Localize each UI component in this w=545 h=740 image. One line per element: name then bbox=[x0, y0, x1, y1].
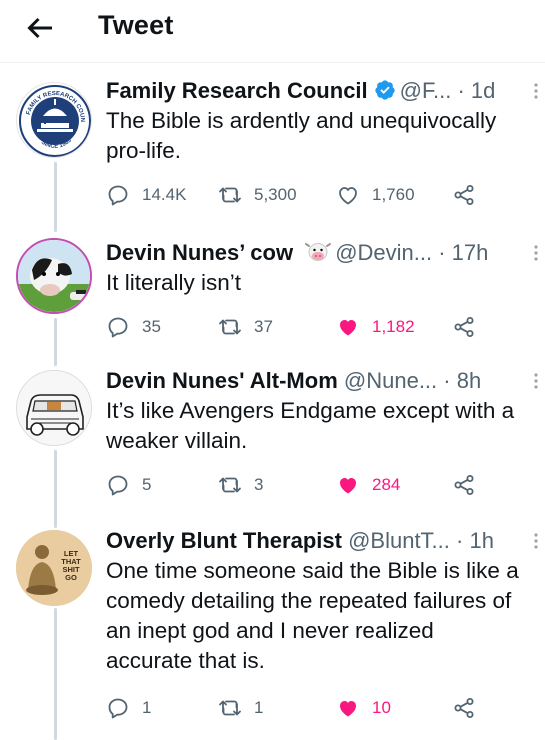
like-count: 10 bbox=[372, 698, 391, 717]
retweet-icon bbox=[219, 477, 241, 493]
tweet-actions: 5 3 284 bbox=[106, 471, 486, 499]
reply-button[interactable]: 5 bbox=[106, 471, 151, 499]
handle[interactable]: @F... bbox=[400, 78, 452, 103]
more-options-icon[interactable] bbox=[529, 76, 543, 106]
share-icon[interactable] bbox=[452, 473, 476, 497]
avatar[interactable] bbox=[16, 238, 92, 314]
tweet-meta: Devin Nunes’ cow @Devin... · 17h bbox=[106, 238, 545, 268]
heart-filled-icon bbox=[340, 320, 356, 336]
tweet[interactable]: Devin Nunes' Alt-Mom @Nune... · 8h It’s … bbox=[0, 366, 545, 506]
like-button[interactable]: 284 bbox=[336, 471, 400, 499]
handle[interactable]: @Nune... bbox=[344, 368, 437, 393]
tweet-actions: 14.4K 5,300 1,760 bbox=[106, 181, 486, 209]
retweet-count: 1 bbox=[254, 698, 264, 717]
reply-icon bbox=[108, 317, 128, 338]
reply-count: 1 bbox=[142, 698, 152, 717]
tweet-meta: Overly Blunt Therapist @BluntT... · 1h bbox=[106, 526, 545, 556]
share-icon[interactable] bbox=[452, 315, 476, 339]
reply-icon bbox=[108, 475, 128, 496]
heart-filled-icon bbox=[340, 701, 356, 717]
tweet-meta: Family Research Council @F... · 1d bbox=[106, 76, 545, 106]
cow-photo-icon bbox=[18, 240, 90, 312]
display-name[interactable]: Family Research Council bbox=[106, 78, 368, 103]
header-divider bbox=[0, 62, 545, 63]
retweet-count: 5,300 bbox=[254, 185, 297, 204]
top-bar: Tweet bbox=[0, 0, 545, 56]
timestamp[interactable]: · 1h bbox=[456, 528, 494, 553]
more-options-icon[interactable] bbox=[529, 526, 543, 556]
svg-text:GO: GO bbox=[65, 573, 77, 582]
like-count: 284 bbox=[372, 475, 401, 494]
back-arrow-icon[interactable] bbox=[22, 10, 58, 46]
retweet-icon bbox=[219, 187, 241, 203]
share-icon[interactable] bbox=[452, 696, 476, 720]
heart-outline-icon bbox=[339, 187, 357, 205]
retweet-count: 3 bbox=[254, 475, 264, 494]
buddha-let-that-go-icon: LET THAT SHIT GO bbox=[16, 530, 92, 606]
reply-count: 35 bbox=[142, 317, 161, 336]
cow-emoji-icon bbox=[305, 243, 332, 261]
timestamp[interactable]: · 1d bbox=[457, 78, 495, 103]
timestamp[interactable]: · 8h bbox=[443, 368, 481, 393]
like-button[interactable]: 10 bbox=[336, 694, 391, 722]
tweet-text: One time someone said the Bible is like … bbox=[106, 558, 519, 673]
tweet-actions: 1 1 10 bbox=[106, 694, 486, 722]
tweet[interactable]: LET THAT SHIT GO Overly Blunt Therapist … bbox=[0, 526, 545, 736]
like-button[interactable]: 1,760 bbox=[336, 181, 415, 209]
display-name[interactable]: Devin Nunes' Alt-Mom bbox=[106, 368, 338, 393]
tweet-meta: Devin Nunes' Alt-Mom @Nune... · 8h bbox=[106, 366, 545, 396]
reply-button[interactable]: 14.4K bbox=[106, 181, 186, 209]
retweet-button[interactable]: 3 bbox=[218, 471, 263, 499]
like-count: 1,182 bbox=[372, 317, 415, 336]
retweet-icon bbox=[219, 319, 241, 335]
tweet[interactable]: Devin Nunes’ cow @Devin... · 17h It lite… bbox=[0, 238, 545, 348]
car-sketch-icon bbox=[17, 371, 91, 445]
timestamp[interactable]: · 17h bbox=[438, 240, 488, 265]
retweet-count: 37 bbox=[254, 317, 273, 336]
reply-count: 5 bbox=[142, 475, 152, 494]
display-name[interactable]: Overly Blunt Therapist bbox=[106, 528, 342, 553]
page-title: Tweet bbox=[98, 10, 174, 40]
retweet-button[interactable]: 1 bbox=[218, 694, 263, 722]
like-count: 1,760 bbox=[372, 185, 415, 204]
more-options-icon[interactable] bbox=[529, 366, 543, 396]
handle[interactable]: @Devin... bbox=[335, 240, 432, 265]
verified-badge-icon bbox=[375, 80, 395, 100]
tweet[interactable]: FAMILY RESEARCH COUNCIL SINCE 1983 Famil… bbox=[0, 76, 545, 226]
reply-icon bbox=[108, 698, 128, 719]
tweet-actions: 35 37 1,182 bbox=[106, 313, 486, 341]
tweet-text: The Bible is ardently and unequivocally … bbox=[106, 108, 497, 163]
share-icon[interactable] bbox=[452, 183, 476, 207]
retweet-button[interactable]: 5,300 bbox=[218, 181, 297, 209]
avatar[interactable] bbox=[16, 370, 92, 446]
retweet-button[interactable]: 37 bbox=[218, 313, 273, 341]
tweet-text: It literally isn’t bbox=[106, 270, 242, 295]
reply-count: 14.4K bbox=[142, 185, 187, 204]
heart-filled-icon bbox=[340, 478, 356, 494]
reply-button[interactable]: 1 bbox=[106, 694, 151, 722]
retweet-icon bbox=[219, 700, 241, 716]
tweet-text: It’s like Avengers Endgame except with a… bbox=[106, 398, 515, 453]
more-options-icon[interactable] bbox=[529, 238, 543, 268]
like-button[interactable]: 1,182 bbox=[336, 313, 415, 341]
display-name[interactable]: Devin Nunes’ cow bbox=[106, 240, 293, 265]
reply-button[interactable]: 35 bbox=[106, 313, 161, 341]
avatar[interactable]: FAMILY RESEARCH COUNCIL SINCE 1983 bbox=[16, 82, 92, 158]
handle[interactable]: @BluntT... bbox=[348, 528, 450, 553]
reply-icon bbox=[108, 185, 128, 206]
avatar[interactable]: LET THAT SHIT GO bbox=[16, 530, 92, 606]
family-research-council-seal-icon: FAMILY RESEARCH COUNCIL SINCE 1983 bbox=[17, 83, 91, 157]
